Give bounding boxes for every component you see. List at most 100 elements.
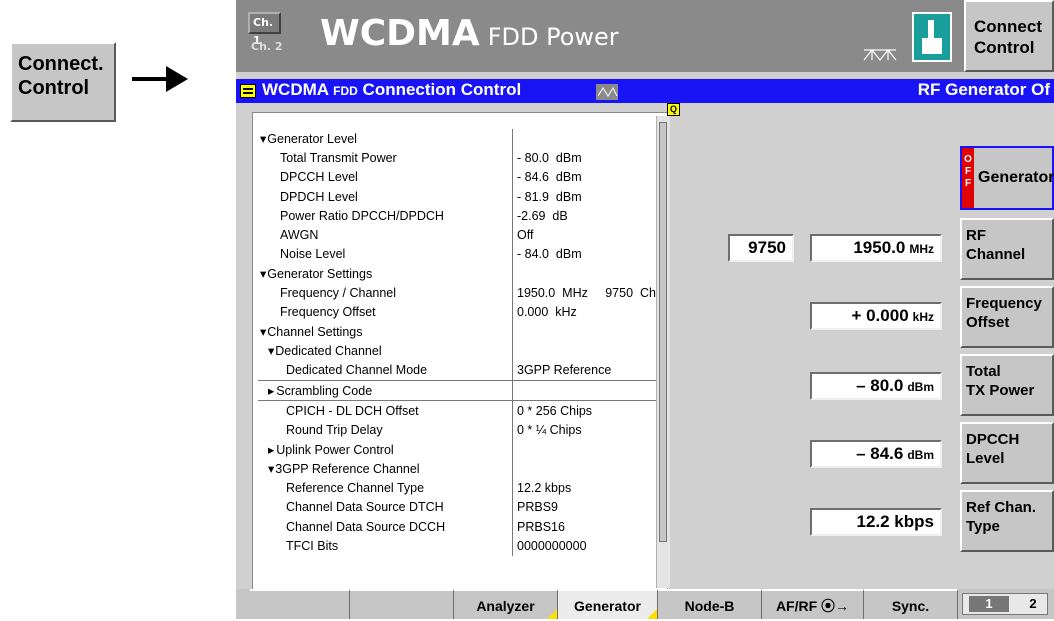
menu-title: WCDMA FDD Connection Control xyxy=(262,80,521,100)
parameter-row[interactable]: Channel Settings xyxy=(258,321,656,342)
scrollbar[interactable] xyxy=(656,116,670,588)
page-indicator[interactable]: 1 2 xyxy=(962,593,1048,615)
connect-control-softkey[interactable]: Connect Control xyxy=(964,0,1054,72)
freq-offset-line1: Frequency xyxy=(966,295,1042,312)
af-rf-connector-icon: ⦿→ xyxy=(821,598,850,614)
total-tx-power-softkey[interactable]: Total TX Power xyxy=(960,354,1054,416)
total-tx-line2: TX Power xyxy=(966,382,1035,399)
parameter-row[interactable]: Channel Data Source DTCH PRBS9 xyxy=(258,497,656,517)
connect-key-line2: Control xyxy=(18,77,90,99)
parameter-value: - 81.9 dBm xyxy=(517,189,582,204)
parameter-label: Noise Level xyxy=(258,244,513,265)
total-tx-power-field[interactable]: – 80.0 dBm xyxy=(810,372,942,400)
parameter-row[interactable]: Power Ratio DPCCH/DPDCH -2.69 dB xyxy=(258,206,656,226)
parameter-row[interactable]: Generator Settings xyxy=(258,264,657,284)
page-1-button[interactable]: 1 xyxy=(969,596,1009,612)
dpcch-level-softkey[interactable]: DPCCH Level xyxy=(960,422,1054,484)
generator-off-badge: OFF xyxy=(962,148,974,208)
frequency-offset-field[interactable]: + 0.000 kHz xyxy=(810,302,942,330)
menu-title-main: WCDMA xyxy=(262,80,329,99)
parameter-row[interactable]: DPCCH Level - 84.6 dBm xyxy=(258,167,656,187)
dpcch-level-field[interactable]: – 84.6 dBm xyxy=(810,440,942,468)
rf-channel-softkey[interactable]: RF Channel xyxy=(960,218,1054,280)
parameter-label: Dedicated Channel Mode xyxy=(258,360,513,381)
ref-chan-type-softkey[interactable]: Ref Chan. Type xyxy=(960,490,1054,552)
parameter-row[interactable]: Round Trip Delay 0 * ¼ Chips xyxy=(258,420,656,440)
parameter-row[interactable]: Total Transmit Power - 80.0 dBm xyxy=(258,148,656,168)
ref-chan-line1: Ref Chan. xyxy=(966,499,1037,516)
rf-channel-line2: Channel xyxy=(966,246,1026,263)
tab-blank-2[interactable] xyxy=(350,589,454,619)
parameter-label: Frequency / Channel xyxy=(258,283,513,303)
tab-blank-1[interactable] xyxy=(250,589,350,619)
tab-node-b[interactable]: Node-B xyxy=(658,589,762,619)
parameter-row[interactable]: Dedicated Channel xyxy=(258,341,657,361)
page-2-button[interactable]: 2 xyxy=(1023,596,1043,612)
rf-frequency-field[interactable]: 1950.0 MHz xyxy=(810,234,942,262)
parameter-value xyxy=(513,341,657,360)
tab-af-rf[interactable]: AF/RF ⦿→ xyxy=(762,589,864,619)
hand-pointer-icon[interactable] xyxy=(912,12,952,62)
channel-1-button[interactable]: Ch. 1 xyxy=(248,12,281,47)
parameter-value: - 80.0 dBm xyxy=(517,150,582,165)
tab-sync[interactable]: Sync. xyxy=(864,589,958,619)
parameter-row[interactable]: AWGN Off xyxy=(258,225,656,245)
ref-chan-type-field[interactable]: 12.2 kbps xyxy=(810,508,942,536)
parameter-value: - 84.0 dBm xyxy=(517,247,582,262)
connect-key-line1: Connect. xyxy=(18,53,104,75)
parameter-row[interactable]: Uplink Power Control xyxy=(258,439,656,460)
menu-icon[interactable] xyxy=(240,84,256,98)
parameter-value xyxy=(513,459,657,478)
connect-control-hardkey[interactable]: Connect. Control xyxy=(10,42,116,122)
parameter-value: 0 * 256 Chips xyxy=(517,403,593,418)
tab-analyzer[interactable]: Analyzer xyxy=(454,589,558,619)
tab-af-rf-label: AF/RF xyxy=(775,598,818,614)
parameter-row[interactable]: Channel Data Source DCCH PRBS16 xyxy=(258,516,656,537)
network-icon xyxy=(863,49,897,61)
parameter-row[interactable]: Scrambling Code xyxy=(258,379,656,402)
scrollbar-thumb[interactable] xyxy=(659,122,667,542)
parameter-row[interactable]: CPICH - DL DCH Offset 0 * 256 Chips xyxy=(258,400,656,421)
parameter-row[interactable]: 3GPP Reference Channel xyxy=(258,459,657,479)
parameter-row[interactable]: Dedicated Channel Mode 3GPP Reference xyxy=(258,360,656,381)
parameter-value: PRBS16 xyxy=(517,519,565,534)
arrow-right-icon xyxy=(132,66,188,92)
tab-analyzer-label: Analyzer xyxy=(476,598,535,614)
parameter-label: TFCI Bits xyxy=(258,536,513,556)
menu-title-rest: Connection Control xyxy=(362,80,522,99)
parameter-value: PRBS9 xyxy=(517,500,558,515)
parameter-label: CPICH - DL DCH Offset xyxy=(258,400,513,421)
parameter-row[interactable]: Noise Level - 84.0 dBm xyxy=(258,244,656,265)
parameter-row[interactable]: Frequency Offset 0.000 kHz xyxy=(258,302,656,322)
parameter-value xyxy=(513,264,657,283)
parameter-label: DPCCH Level xyxy=(258,167,513,187)
parameter-row[interactable]: Reference Channel Type 12.2 kbps xyxy=(258,478,656,498)
parameter-table: Generator LevelTotal Transmit Power - 80.… xyxy=(258,129,656,556)
app-title-main: WCDMA xyxy=(320,13,480,54)
parameter-row[interactable]: TFCI Bits 0000000000 xyxy=(258,536,656,556)
frequency-offset-softkey[interactable]: Frequency Offset xyxy=(960,286,1054,348)
parameter-value xyxy=(513,129,657,148)
marker-q-icon: Q xyxy=(667,103,680,116)
parameter-label: DPDCH Level xyxy=(258,186,513,207)
parameter-value: 0000000000 xyxy=(517,538,587,553)
bottom-tab-bar: Analyzer Generator Node-B AF/RF ⦿→ Sync.… xyxy=(236,589,1054,619)
tab-sync-label: Sync. xyxy=(891,598,930,614)
parameter-value: 1950.0 MHz 9750 Ch xyxy=(517,286,656,301)
menu-title-fdd: FDD xyxy=(333,84,358,98)
parameter-label: Generator Settings xyxy=(258,264,513,284)
parameter-row[interactable]: Generator Level xyxy=(258,129,657,149)
parameter-value: 0.000 kHz xyxy=(517,305,577,320)
dpcch-line2: Level xyxy=(966,450,1005,467)
parameter-row[interactable]: Frequency / Channel 1950.0 MHz 9750 Ch xyxy=(258,283,656,303)
rf-channel-number-field[interactable]: 9750 xyxy=(728,234,794,262)
network-small-icon xyxy=(596,84,618,100)
parameter-label: AWGN xyxy=(258,225,513,245)
freq-offset-line2: Offset xyxy=(966,314,1010,331)
parameter-label: Generator Level xyxy=(258,129,513,149)
tab-generator[interactable]: Generator xyxy=(558,589,658,619)
parameter-row[interactable]: DPDCH Level - 81.9 dBm xyxy=(258,186,656,207)
channel-2-button[interactable]: Ch. 2 xyxy=(248,38,284,60)
generator-softkey[interactable]: OFF Generator xyxy=(960,146,1054,210)
parameter-value: 12.2 kbps xyxy=(517,480,572,495)
